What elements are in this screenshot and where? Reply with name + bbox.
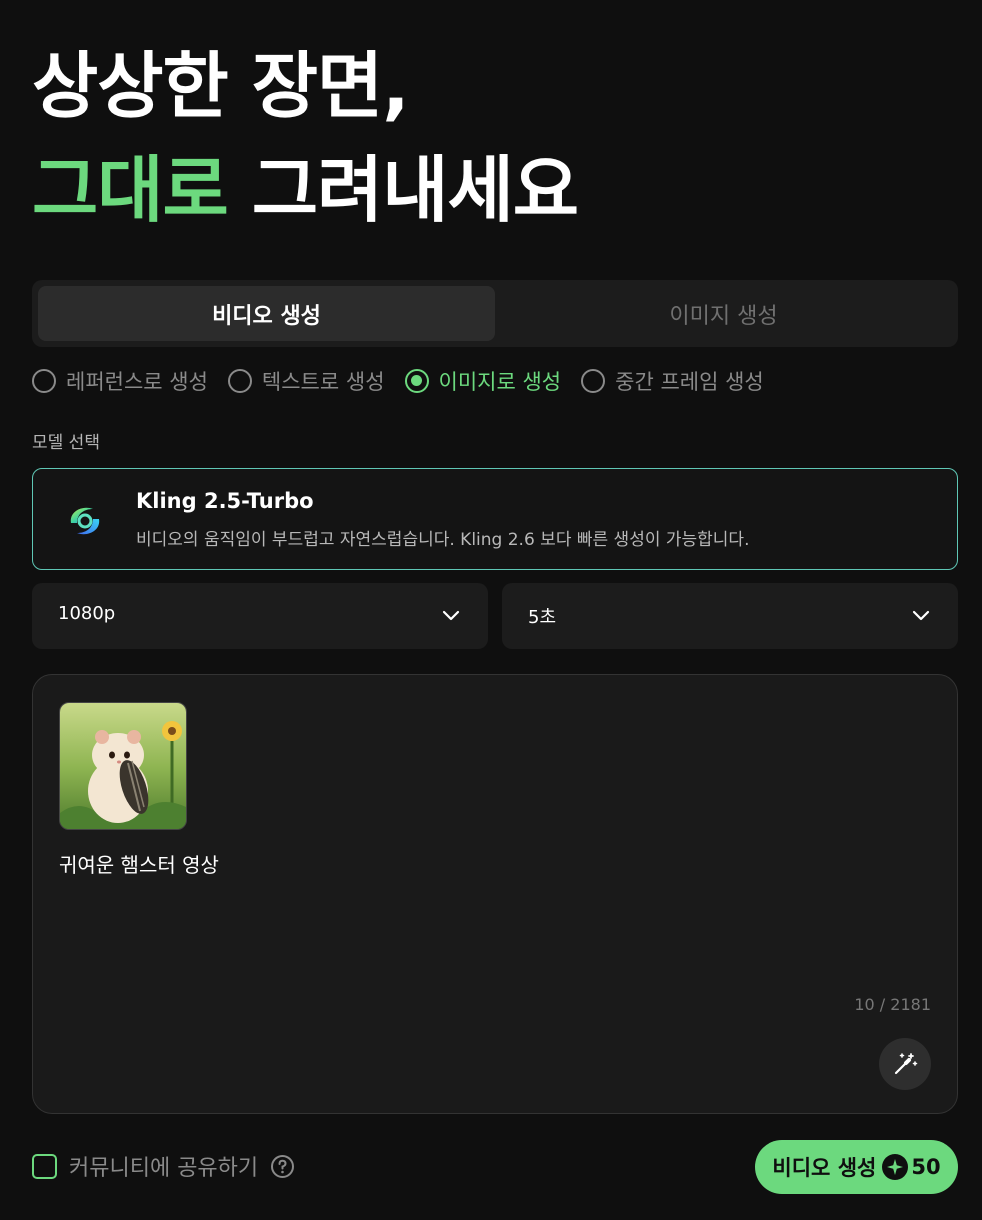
- radio-icon[interactable]: [581, 369, 606, 393]
- model-description: 비디오의 움직임이 부드럽고 자연스럽습니다. Kling 2.6 보다 빠른 …: [136, 530, 750, 550]
- mode-image-label: 이미지로 생성: [438, 370, 562, 394]
- hero-line-2: 그대로 그려내세요: [32, 138, 579, 242]
- page: 상상한 장면, 그대로 그려내세요 비디오 생성 이미지 생성 레퍼런스로 생성…: [0, 0, 982, 1220]
- mode-image[interactable]: 이미지로 생성: [404, 366, 562, 396]
- character-counter: 10 / 2181: [854, 995, 931, 1014]
- hero-line-1: 상상한 장면,: [32, 44, 410, 128]
- resolution-value: 1080p: [58, 603, 116, 624]
- radio-selected-icon[interactable]: [404, 369, 429, 393]
- share-label: 커뮤니티에 공유하기: [69, 1156, 259, 1181]
- duration-value: 5초: [528, 607, 557, 628]
- mode-text-label: 텍스트로 생성: [261, 370, 385, 394]
- hero-accent-text: 그대로: [32, 148, 229, 232]
- chevron-down-icon: [442, 610, 460, 621]
- radio-icon[interactable]: [227, 369, 252, 393]
- generate-video-button[interactable]: 비디오 생성 50: [755, 1140, 958, 1194]
- prompt-text[interactable]: 귀여운 햄스터 영상: [59, 849, 219, 878]
- radio-icon[interactable]: [32, 369, 56, 393]
- mode-middle-frame[interactable]: 중간 프레임 생성: [581, 366, 764, 396]
- mode-middle-frame-label: 중간 프레임 생성: [615, 370, 764, 394]
- mode-text[interactable]: 텍스트로 생성: [227, 366, 385, 396]
- model-section-label: 모델 선택: [32, 433, 100, 453]
- resolution-select[interactable]: 1080p: [32, 583, 488, 649]
- generation-type-tabs: 비디오 생성 이미지 생성: [32, 280, 958, 347]
- tab-image-generation[interactable]: 이미지 생성: [495, 286, 952, 341]
- credit-cost: 50: [911, 1155, 941, 1179]
- enhance-prompt-button[interactable]: [879, 1038, 931, 1090]
- generate-button-label: 비디오 생성: [772, 1156, 877, 1180]
- mode-reference-label: 레퍼런스로 생성: [66, 370, 208, 394]
- tab-video-generation[interactable]: 비디오 생성: [38, 286, 495, 341]
- credit-icon: [882, 1154, 909, 1180]
- prompt-input-area[interactable]: 귀여운 햄스터 영상 10 / 2181: [32, 674, 958, 1114]
- share-to-community-checkbox[interactable]: 커뮤니티에 공유하기: [32, 1150, 295, 1182]
- hamster-image: [60, 703, 186, 829]
- model-selector-card[interactable]: Kling 2.5-Turbo 비디오의 움직임이 부드럽고 자연스럽습니다. …: [32, 468, 958, 570]
- generation-mode-radio-group: 레퍼런스로 생성 텍스트로 생성 이미지로 생성 중간 프레임 생성: [32, 366, 784, 396]
- checkbox[interactable]: [32, 1153, 57, 1179]
- magic-wand-icon: [894, 1053, 918, 1075]
- duration-select[interactable]: 5초: [502, 583, 958, 649]
- help-icon[interactable]: [270, 1154, 295, 1179]
- kling-logo-icon: [70, 507, 100, 535]
- chevron-down-icon: [912, 610, 930, 621]
- mode-reference[interactable]: 레퍼런스로 생성: [32, 366, 208, 396]
- hero-rest-text: 그려내세요: [251, 148, 579, 232]
- hero-title: 상상한 장면, 그대로 그려내세요: [32, 34, 579, 242]
- model-name: Kling 2.5-Turbo: [136, 489, 314, 513]
- reference-image-thumbnail[interactable]: [59, 702, 187, 830]
